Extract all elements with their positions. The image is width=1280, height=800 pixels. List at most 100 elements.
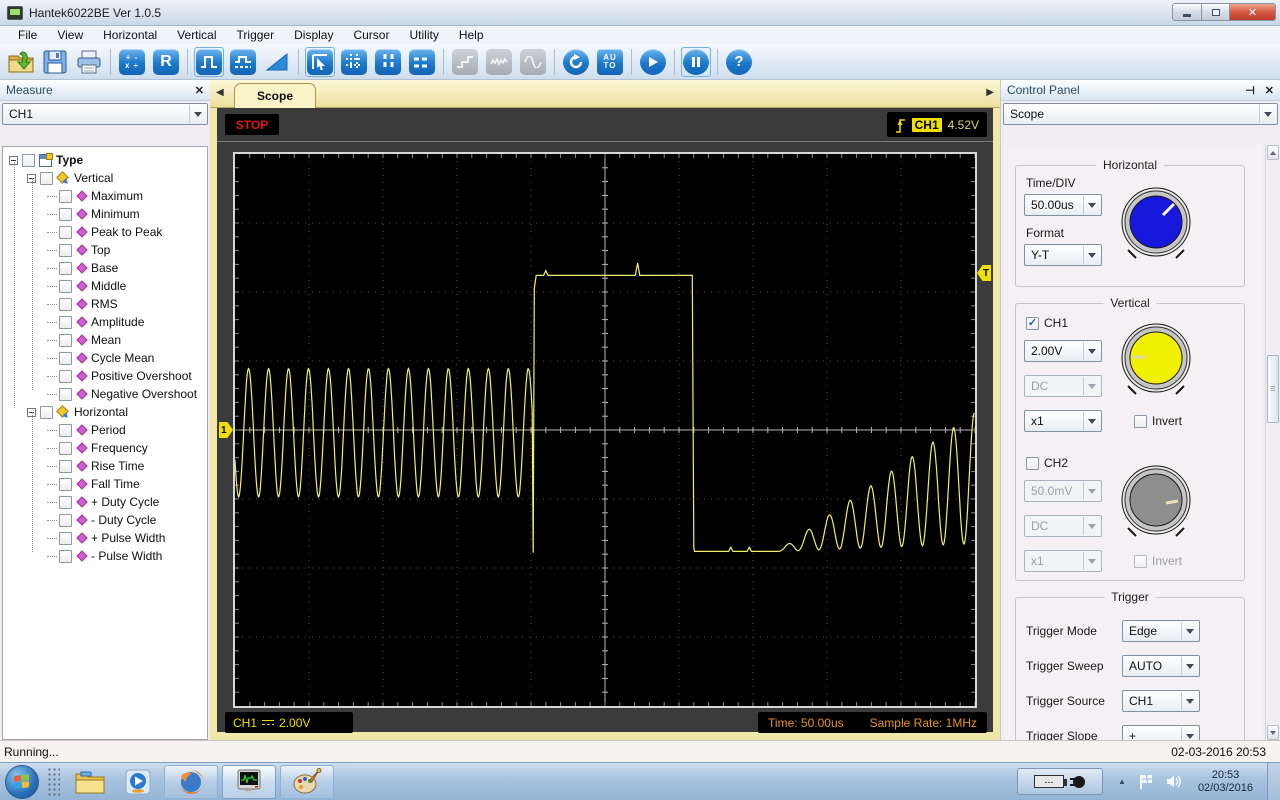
ch1-coupling-select[interactable]: DC [1024, 375, 1102, 397]
explorer-taskbar-icon[interactable] [72, 766, 108, 798]
ch2-coupling-select[interactable]: DC [1024, 515, 1102, 537]
tree-item-pulse-width[interactable]: - Pulse Width [3, 547, 207, 565]
noisy-sine-button[interactable] [484, 47, 514, 77]
volume-icon[interactable] [1166, 774, 1182, 789]
hantek-scope-taskbar-button[interactable] [222, 764, 276, 799]
close-button[interactable]: ✕ [1230, 3, 1276, 21]
trigger-sweep-select[interactable]: AUTO [1122, 655, 1200, 677]
firefox-taskbar-button[interactable] [164, 764, 218, 799]
checkbox[interactable] [59, 333, 72, 347]
ch2-invert-checkbox[interactable]: Invert [1134, 554, 1182, 568]
tree-item-rise-time[interactable]: Rise Time [3, 457, 207, 475]
checkbox[interactable] [59, 189, 72, 203]
pulse-ref-button[interactable] [228, 47, 258, 77]
restore-button[interactable] [1202, 3, 1230, 21]
tree-item-middle[interactable]: Middle [3, 277, 207, 295]
ch2-probe-select[interactable]: x1 [1024, 550, 1102, 572]
checkbox[interactable] [59, 531, 72, 545]
sine-button[interactable] [518, 47, 548, 77]
tab-scroll-right-icon[interactable]: ▶ [986, 87, 994, 98]
checkbox[interactable] [59, 495, 72, 509]
tree-item-negative-overshoot[interactable]: Negative Overshoot [3, 385, 207, 403]
tree-item-maximum[interactable]: Maximum [3, 187, 207, 205]
trigger-level-marker[interactable]: T [977, 265, 991, 281]
start-button[interactable] [5, 764, 39, 799]
tree-item-base[interactable]: Base [3, 259, 207, 277]
ch2-position-knob[interactable] [1116, 462, 1196, 544]
help-button[interactable]: ? [724, 47, 754, 77]
time-div-select[interactable]: 50.00us [1024, 194, 1102, 216]
start-button[interactable] [638, 47, 668, 77]
checkbox[interactable] [59, 387, 72, 401]
autoset-button[interactable]: AU TO [595, 47, 625, 77]
checkbox[interactable] [22, 153, 35, 167]
tree-item-type[interactable]: Type [3, 151, 207, 169]
checkbox[interactable] [59, 369, 72, 383]
checkbox[interactable] [59, 441, 72, 455]
battery-tray-widget[interactable]: --- [1017, 768, 1104, 795]
ramp-button[interactable] [262, 47, 292, 77]
checkbox[interactable] [59, 261, 72, 275]
scroll-up-icon[interactable] [1267, 145, 1279, 160]
checkbox[interactable] [59, 279, 72, 293]
panel-mode-select[interactable]: Scope [1003, 103, 1278, 125]
tree-item-mean[interactable]: Mean [3, 331, 207, 349]
pause-button[interactable] [681, 46, 711, 77]
menu-file[interactable]: File [8, 27, 47, 43]
step-wave-button[interactable] [450, 47, 480, 77]
tree-item-horizontal[interactable]: Horizontal [3, 403, 207, 421]
ch1-ground-marker[interactable]: 1 [219, 422, 233, 438]
menu-help[interactable]: Help [449, 27, 494, 43]
tree-item-period[interactable]: Period [3, 421, 207, 439]
taskbar-clock[interactable]: 20:53 02/03/2016 [1198, 769, 1253, 795]
math-button[interactable]: + -x ÷ [117, 47, 147, 77]
checkbox[interactable] [40, 405, 53, 419]
control-panel-scrollbar[interactable] [1265, 145, 1280, 740]
tree-item-pulse-width[interactable]: + Pulse Width [3, 529, 207, 547]
horizontal-cursors-button[interactable] [407, 47, 437, 77]
pin-icon[interactable]: ⊣ [1245, 84, 1255, 97]
action-center-flag-icon[interactable] [1139, 774, 1154, 790]
checkbox[interactable] [59, 297, 72, 311]
vertical-cursors-button[interactable] [373, 47, 403, 77]
checkbox[interactable] [59, 225, 72, 239]
checkbox[interactable] [59, 477, 72, 491]
measure-close-icon[interactable]: ✕ [195, 84, 204, 97]
trigger-mode-select[interactable]: Edge [1122, 620, 1200, 642]
menu-view[interactable]: View [47, 27, 93, 43]
ch2-enable-checkbox[interactable]: CH2 [1026, 456, 1068, 470]
tree-item-rms[interactable]: RMS [3, 295, 207, 313]
media-player-taskbar-icon[interactable] [120, 766, 156, 798]
ch1-scale-select[interactable]: 2.00V [1024, 340, 1102, 362]
scroll-down-icon[interactable] [1267, 725, 1279, 740]
refresh-button[interactable] [561, 47, 591, 77]
paint-taskbar-button[interactable] [280, 764, 334, 799]
control-panel-close-icon[interactable]: ✕ [1265, 84, 1274, 97]
menu-display[interactable]: Display [284, 27, 343, 43]
save-button[interactable] [40, 47, 70, 77]
reference-button[interactable]: R [151, 47, 181, 77]
timebase-knob[interactable] [1116, 184, 1196, 266]
tree-item-frequency[interactable]: Frequency [3, 439, 207, 457]
trigger-slope-select[interactable]: + [1122, 725, 1200, 740]
menu-vertical[interactable]: Vertical [167, 27, 226, 43]
measure-channel-select[interactable]: CH1 [2, 103, 208, 125]
menu-horizontal[interactable]: Horizontal [93, 27, 167, 43]
tab-scope[interactable]: Scope [234, 83, 316, 108]
format-select[interactable]: Y-T [1024, 244, 1102, 266]
checkbox[interactable] [59, 549, 72, 563]
checkbox[interactable] [59, 459, 72, 473]
hidden-icons-arrow[interactable]: ▲ [1118, 777, 1126, 786]
tree-item-fall-time[interactable]: Fall Time [3, 475, 207, 493]
pulse-display-button[interactable] [194, 46, 224, 77]
trigger-source-select[interactable]: CH1 [1122, 690, 1200, 712]
tree-item-positive-overshoot[interactable]: Positive Overshoot [3, 367, 207, 385]
ch1-invert-checkbox[interactable]: Invert [1134, 414, 1182, 428]
ch1-probe-select[interactable]: x1 [1024, 410, 1102, 432]
grid-button[interactable] [339, 47, 369, 77]
tree-item-cycle-mean[interactable]: Cycle Mean [3, 349, 207, 367]
tab-scroll-left-icon[interactable]: ◀ [216, 87, 224, 98]
checkbox[interactable] [59, 513, 72, 527]
tree-item-duty-cycle[interactable]: - Duty Cycle [3, 511, 207, 529]
tree-item-amplitude[interactable]: Amplitude [3, 313, 207, 331]
